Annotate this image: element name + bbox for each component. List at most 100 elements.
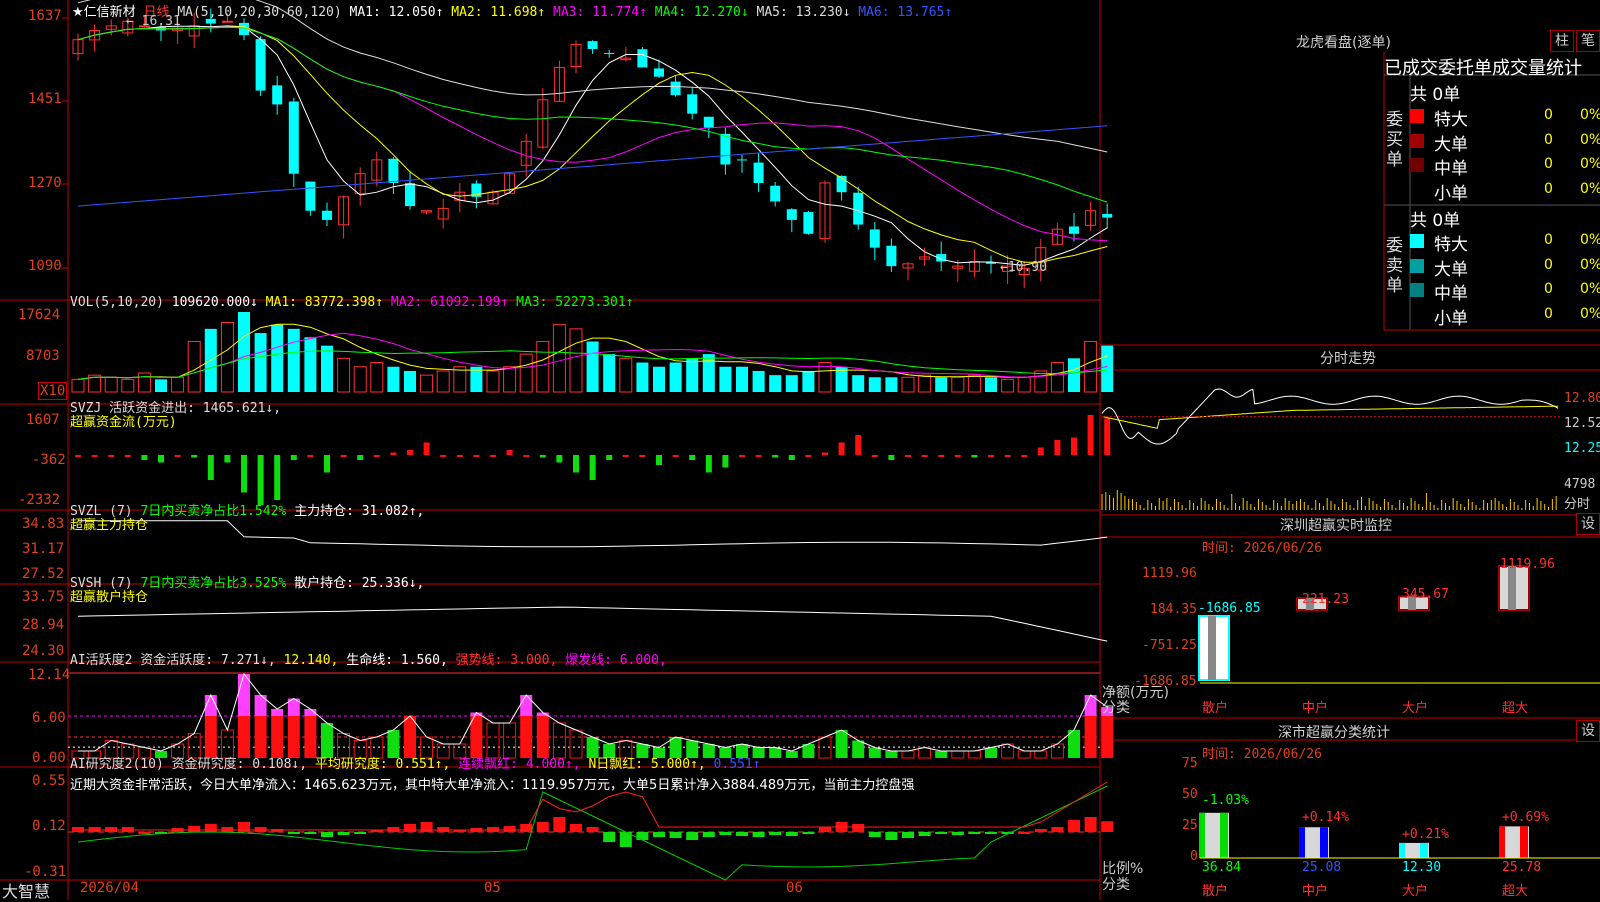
candle (637, 49, 648, 68)
candle (703, 116, 714, 128)
fund-flow-bar (373, 455, 380, 457)
research-bar (287, 832, 300, 834)
sz-monitor-settings-button[interactable]: 设 (1576, 513, 1600, 535)
research-bar (1101, 821, 1114, 832)
sz-monitor-value: 345.67 (1402, 587, 1449, 602)
candle (388, 158, 399, 183)
svzj-subtitle: 超赢资金流(万元) (70, 415, 177, 430)
research-bar (520, 824, 533, 832)
candle (803, 212, 814, 234)
activity-bar (901, 750, 915, 759)
activity-bar (404, 715, 416, 758)
fund-flow-bar (606, 455, 613, 460)
volume-bar (1034, 370, 1048, 393)
fund-flow-bar (1004, 455, 1011, 457)
fund-flow-bar (207, 455, 214, 480)
sz-class-settings-button[interactable]: 设 (1576, 720, 1600, 742)
svzj-axis-label: -2332 (18, 492, 61, 508)
fund-flow-bar (622, 455, 629, 457)
research-bar (752, 832, 765, 837)
research-bar (686, 832, 699, 840)
fund-flow-bar (1087, 415, 1094, 455)
activity-bar-burst (271, 708, 284, 716)
fund-flow-bar (938, 455, 945, 457)
research-bar (570, 824, 582, 832)
ma-legend-item: MA2: 11.698↑ (451, 5, 554, 20)
activity-bar (520, 715, 533, 758)
sz-class-ylabel2: 分类 (1102, 877, 1130, 893)
volume-bar (155, 379, 167, 392)
price-pane-header: ★仁信新材 日线 MA(5,10,20,30,60,120) MA1: 12.0… (72, 1, 952, 20)
volume-bar (569, 328, 583, 393)
date-axis-06: 06 (786, 880, 803, 896)
candle (737, 159, 747, 161)
sz-class-category: 超大 (1502, 884, 1529, 899)
volume-bar (187, 340, 201, 393)
ma-legend: MA(5,10,20,30,60,120) MA1: 12.050↑ MA2: … (177, 5, 952, 20)
candle (305, 181, 316, 211)
fund-flow-bar (838, 442, 845, 455)
svzj-axis-label: -362 (32, 452, 66, 468)
order-percent: 0% (1580, 305, 1600, 322)
bar-mode-button[interactable]: 柱 (1550, 30, 1574, 52)
ma1-line (77, 25, 1108, 266)
vol-legend-item: MA1: 83772.398↑ (265, 295, 391, 310)
svsh-axis-label: 28.94 (22, 617, 65, 633)
intraday-axis-label: 12.52 (1564, 416, 1600, 431)
fund-flow-bar (805, 455, 812, 457)
volume-bar (1101, 345, 1114, 392)
research-bar (603, 832, 616, 842)
svzl-holding: 主力持仓: 31.082↑, (294, 504, 425, 519)
activity-bar (885, 750, 898, 758)
svzl-axis-label: 34.83 (22, 516, 65, 532)
activity-bar (835, 729, 848, 758)
volume-bar (967, 374, 981, 393)
ai-research-axis-label: 0.55 (32, 773, 66, 789)
volume-bar (901, 376, 915, 393)
order-type-label: 小单 (1434, 183, 1468, 204)
fund-flow-bar (523, 455, 530, 457)
ma5-line (77, 0, 1108, 153)
candle (786, 209, 797, 220)
volume-bar (769, 375, 782, 392)
fund-flow-bar (722, 455, 729, 468)
candle (1102, 213, 1113, 218)
research-bar (819, 827, 831, 832)
sz-class-axis: 75 (1182, 756, 1198, 771)
ma-legend-item: MA6: 13.765↑ (858, 5, 953, 20)
order-type-label: 中单 (1434, 284, 1468, 304)
tick-mode-button[interactable]: 笔 (1576, 30, 1600, 52)
volume-bar (619, 357, 633, 393)
fund-flow-bar (971, 455, 978, 458)
fund-flow-bar (407, 450, 413, 455)
intraday-time-label: 分时 (1564, 497, 1591, 512)
fund-flow-bar (1037, 447, 1044, 455)
ma-legend-item: MA3: 11.774↑ (553, 5, 655, 20)
sz-class-bar-accent (1499, 826, 1505, 858)
activity-bar (1034, 750, 1048, 759)
fund-flow-bar (506, 450, 513, 455)
volume-bar (1017, 376, 1031, 393)
order-count: 0 (1544, 180, 1553, 197)
volume-bar (868, 377, 881, 392)
brand-label[interactable]: 大智慧 (2, 878, 50, 902)
sz-monitor-axis: -751.25 (1142, 638, 1197, 653)
order-count: 0 (1544, 281, 1553, 297)
volume-bar (271, 324, 284, 392)
fund-flow-bar (290, 455, 297, 460)
fund-flow-bar (954, 455, 961, 457)
date-axis-05: 05 (484, 880, 501, 896)
sz-class-bar-accent (1520, 826, 1528, 858)
fund-flow-bar (307, 455, 314, 457)
sz-monitor-value: 221.23 (1302, 592, 1349, 607)
research-bar (736, 832, 748, 836)
fund-flow-bar (689, 455, 696, 460)
intraday-avg-line (1101, 405, 1559, 429)
ma-legend-item: MA1: 12.050↑ (349, 5, 452, 20)
fund-flow-bar (871, 455, 878, 457)
fund-flow-bar (473, 455, 480, 457)
activity-bar (1017, 750, 1031, 759)
volume-bar (353, 366, 367, 393)
order-type-label: 中单 (1434, 159, 1468, 179)
fund-flow-bar (456, 455, 463, 457)
